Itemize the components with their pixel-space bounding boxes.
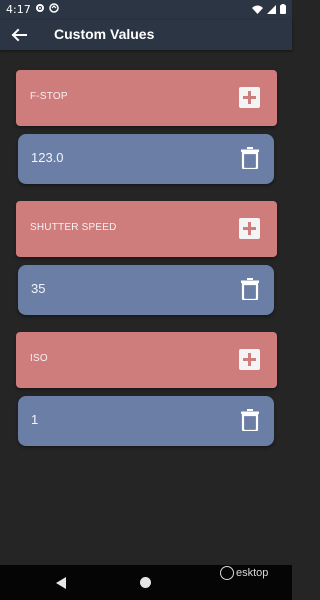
delete-button[interactable] — [241, 147, 259, 171]
triangle-back-icon — [56, 577, 66, 589]
status-time: 4:17 — [6, 3, 31, 16]
add-value-button[interactable] — [239, 349, 260, 370]
nav-back-button[interactable] — [55, 575, 67, 594]
watermark-logo-icon — [220, 566, 234, 580]
section-label: F-STOP — [30, 91, 68, 102]
settings-icon — [35, 3, 45, 13]
status-right-icons — [252, 4, 286, 17]
value-item-f-stop[interactable]: 123.0 — [18, 134, 274, 184]
section-header-f-stop: F-STOP — [16, 70, 277, 126]
value-text: 35 — [31, 281, 46, 296]
page-title: Custom Values — [54, 26, 155, 42]
custom-values-list: F-STOP 123.0 SHUTTER SPEED 35 ISO 1 — [0, 50, 292, 565]
trash-icon — [241, 278, 259, 302]
value-text: 1 — [31, 412, 39, 427]
trash-icon — [241, 409, 259, 433]
value-item-iso[interactable]: 1 — [18, 396, 274, 446]
watermark: esktop — [220, 566, 268, 580]
status-bar: 4:17 — [0, 0, 292, 20]
wifi-icon — [252, 4, 263, 17]
delete-button[interactable] — [241, 278, 259, 302]
section-label: SHUTTER SPEED — [30, 222, 117, 233]
section-header-shutter-speed: SHUTTER SPEED — [16, 201, 277, 257]
value-text: 123.0 — [31, 150, 64, 165]
arrow-left-icon — [11, 28, 27, 42]
battery-icon — [280, 4, 286, 17]
section-header-iso: ISO — [16, 332, 277, 388]
watermark-text: esktop — [236, 567, 269, 579]
back-button[interactable] — [10, 25, 32, 45]
add-value-button[interactable] — [239, 87, 260, 108]
status-left-icons — [35, 3, 59, 13]
trash-icon — [241, 147, 259, 171]
signal-icon — [267, 4, 276, 17]
section-label: ISO — [30, 353, 48, 364]
data-saver-icon — [49, 3, 59, 13]
add-value-button[interactable] — [239, 218, 260, 239]
nav-home-button[interactable] — [140, 577, 151, 588]
value-item-shutter-speed[interactable]: 35 — [18, 265, 274, 315]
delete-button[interactable] — [241, 409, 259, 433]
app-bar: Custom Values — [0, 20, 292, 50]
